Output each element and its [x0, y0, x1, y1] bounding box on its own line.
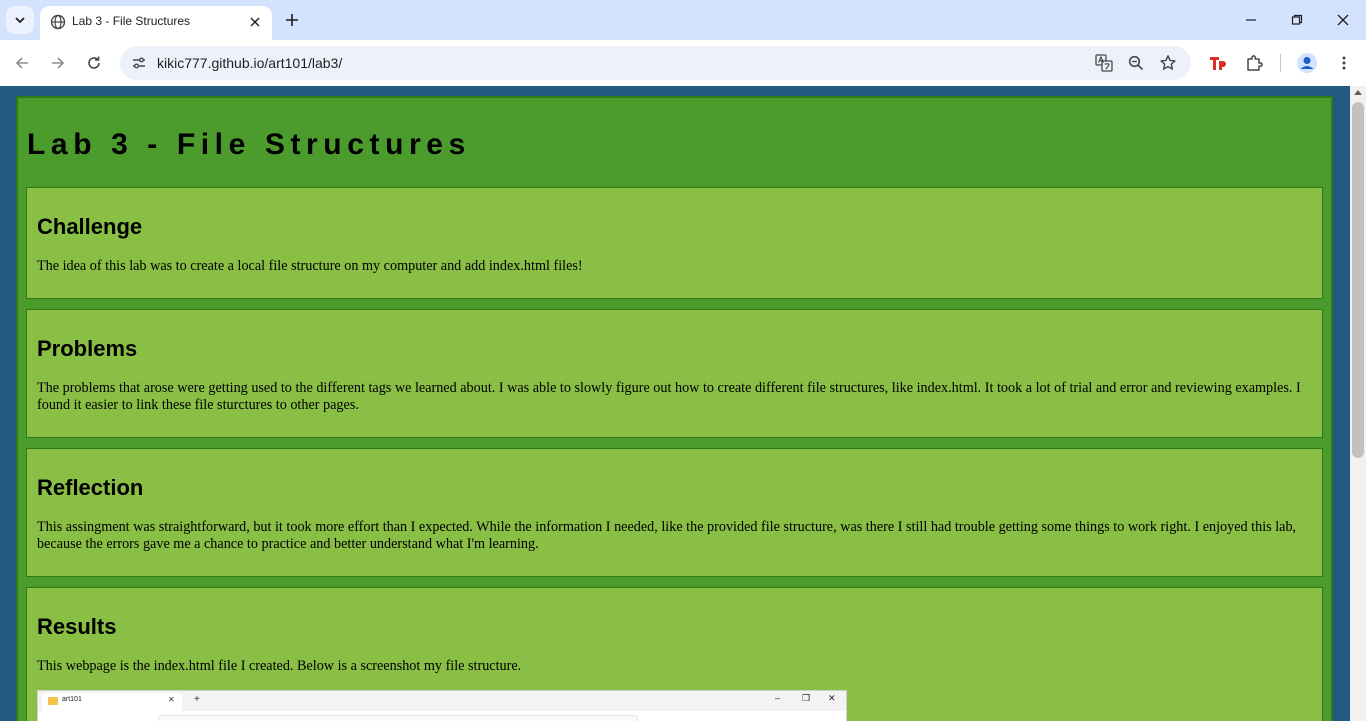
close-icon — [250, 17, 260, 27]
url-text: kikic777.github.io/art101/lab3/ — [157, 55, 343, 71]
extension-tp-button[interactable] — [1206, 51, 1230, 75]
tab-close-button[interactable] — [246, 13, 264, 31]
site-info-button[interactable] — [128, 52, 150, 74]
star-icon — [1160, 55, 1176, 70]
screenshot-tab-label: art101 — [62, 696, 82, 703]
reload-button[interactable] — [80, 49, 108, 77]
bookmark-button[interactable] — [1157, 52, 1179, 74]
screenshot-tab: art101 ✕ — [42, 693, 182, 711]
tune-icon — [133, 57, 145, 69]
section-heading: Challenge — [37, 214, 143, 239]
section-results: Results This webpage is the index.html f… — [26, 587, 1323, 721]
vertical-scrollbar[interactable] — [1350, 86, 1366, 721]
translate-button[interactable] — [1093, 52, 1115, 74]
restore-icon: ❐ — [802, 693, 811, 703]
section-text: The idea of this lab was to create a loc… — [37, 258, 583, 274]
chevron-down-icon — [15, 17, 25, 24]
section-heading: Problems — [37, 336, 138, 361]
zoom-out-icon — [1128, 55, 1144, 71]
arrow-left-icon — [15, 57, 28, 69]
screenshot-tab-bar: art101 ✕ + – ❐ ✕ — [38, 691, 846, 711]
section-challenge: Challenge The idea of this lab was to cr… — [26, 187, 1323, 299]
tab-title: Lab 3 - File Structures — [72, 14, 191, 28]
scroll-up-arrow-icon[interactable] — [1354, 90, 1362, 95]
section-reflection: Reflection This assingment was straightf… — [26, 448, 1323, 577]
page-viewport: Lab 3 - File Structures Challenge The id… — [0, 86, 1350, 721]
file-structure-screenshot: art101 ✕ + – ❐ ✕ — [37, 690, 847, 721]
plus-icon: + — [194, 694, 200, 705]
more-vert-icon — [1342, 56, 1346, 70]
translate-icon — [1095, 54, 1113, 72]
back-button[interactable] — [8, 49, 36, 77]
minimize-icon: – — [775, 693, 781, 703]
minimize-icon — [1246, 19, 1256, 21]
close-icon — [1337, 14, 1349, 26]
restore-icon — [1291, 14, 1303, 25]
tab-strip: Lab 3 - File Structures — [0, 0, 1366, 40]
screenshot-address-bar — [158, 715, 638, 721]
close-icon: ✕ — [828, 693, 836, 703]
menu-button[interactable] — [1332, 51, 1356, 75]
section-problems: Problems The problems that arose were ge… — [26, 309, 1323, 438]
scrollbar-thumb[interactable] — [1352, 102, 1364, 458]
forward-button[interactable] — [44, 49, 72, 77]
arrow-right-icon — [52, 57, 65, 69]
plus-icon — [286, 14, 298, 26]
section-heading: Reflection — [37, 475, 144, 500]
browser-toolbar: kikic777.github.io/art101/lab3/ — [0, 40, 1366, 86]
close-window-button[interactable] — [1328, 6, 1358, 34]
globe-icon — [50, 14, 66, 30]
profile-button[interactable] — [1295, 51, 1319, 75]
avatar-icon — [1297, 53, 1317, 73]
new-tab-button[interactable] — [280, 8, 304, 32]
puzzle-icon — [1247, 55, 1263, 71]
page-container: Lab 3 - File Structures Challenge The id… — [16, 96, 1333, 721]
section-text: This assingment was straightforward, but… — [37, 519, 1297, 552]
extensions-button[interactable] — [1242, 51, 1266, 75]
browser-tab[interactable]: Lab 3 - File Structures — [40, 6, 272, 40]
tab-search-button[interactable] — [6, 6, 34, 34]
section-heading: Results — [37, 614, 117, 639]
restore-button[interactable] — [1282, 6, 1312, 34]
address-bar[interactable]: kikic777.github.io/art101/lab3/ — [120, 46, 1191, 80]
folder-icon — [48, 697, 58, 705]
zoom-button[interactable] — [1125, 52, 1147, 74]
minimize-button[interactable] — [1236, 6, 1266, 34]
section-text: The problems that arose were getting use… — [37, 380, 1301, 413]
toolbar-divider — [1280, 54, 1281, 72]
close-icon: ✕ — [168, 695, 175, 704]
section-text: This webpage is the index.html file I cr… — [37, 658, 522, 674]
page-title: Lab 3 - File Structures — [27, 128, 471, 161]
tp-extension-icon — [1210, 57, 1226, 70]
reload-icon — [88, 56, 100, 69]
